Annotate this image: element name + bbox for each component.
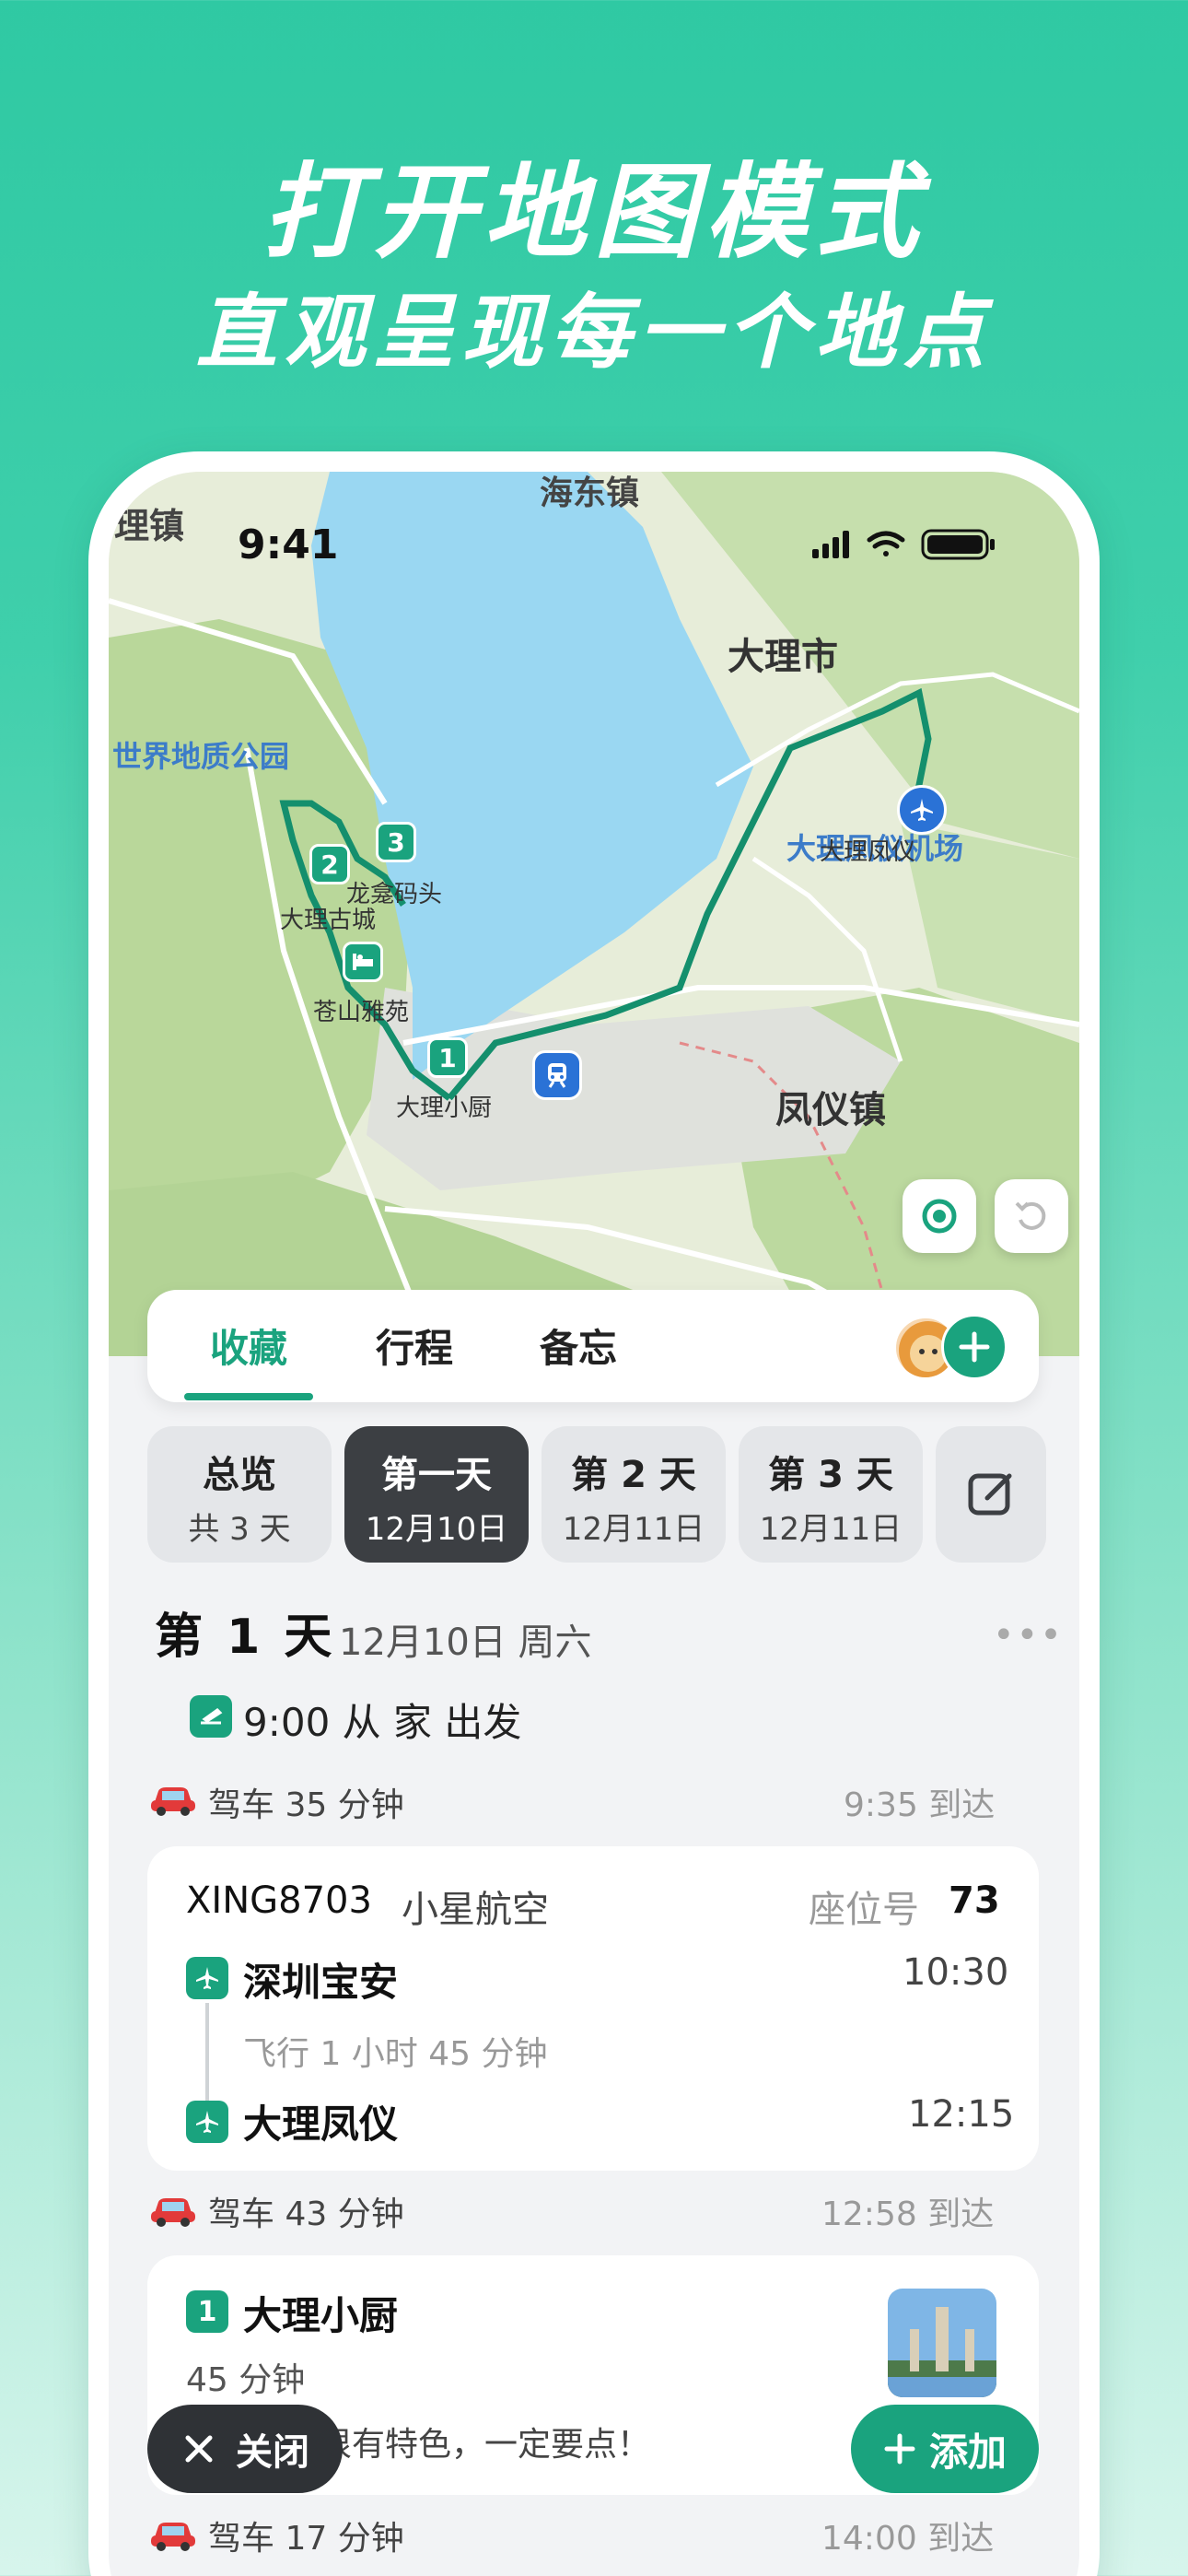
battery-icon xyxy=(921,529,995,560)
status-icons xyxy=(812,529,995,560)
day-title: 第 1 天 xyxy=(155,1610,336,1665)
status-time: 9:41 xyxy=(238,521,339,568)
app-screen: 海东镇 理镇 大理市 世界地质公园 大理凤仪机场 大理凤仪 龙龛码头 大理古城 … xyxy=(109,472,1079,2576)
close-button[interactable]: 关闭 xyxy=(147,2405,343,2493)
cellular-signal-icon xyxy=(812,531,849,558)
tab-itinerary[interactable]: 行程 xyxy=(376,1317,453,1374)
tab-bar: 收藏 行程 备忘 xyxy=(147,1290,1039,1402)
map-label-cangshan: 苍山雅苑 xyxy=(313,999,410,1026)
headline-title: 打开地图模式 xyxy=(262,153,926,273)
drive-duration: 驾车 17 分钟 xyxy=(208,2520,404,2558)
flight-connector xyxy=(205,2003,209,2101)
car-icon xyxy=(149,2515,197,2556)
day-chip-subtitle: 12月11日 xyxy=(562,1511,705,1548)
departure-airport: 深圳宝安 xyxy=(243,1960,399,2005)
day-date: 12月10日 周六 xyxy=(339,1622,592,1664)
close-icon xyxy=(185,2435,213,2463)
drive-arrival: 9:35 到达 xyxy=(844,1786,996,1824)
edit-icon xyxy=(968,1473,1012,1516)
map-marker-1[interactable]: 1 xyxy=(427,1037,468,1078)
map-label-dali-city: 大理市 xyxy=(728,636,838,678)
airline-name: 小星航空 xyxy=(402,1889,549,1931)
flight-duration: 飞行 1 小时 45 分钟 xyxy=(243,2035,548,2073)
phone-frame: 海东镇 理镇 大理市 世界地质公园 大理凤仪机场 大理凤仪 龙龛码头 大理古城 … xyxy=(88,451,1100,2576)
add-label: 添加 xyxy=(928,2429,1007,2475)
map-marker-label: 1 xyxy=(438,1042,457,1073)
add-button[interactable]: 添加 xyxy=(851,2405,1039,2493)
flight-card[interactable]: XING8703 小星航空 座位号 73 深圳宝安 10:30 飞行 1 小时 … xyxy=(147,1846,1039,2171)
plus-icon xyxy=(884,2433,915,2465)
departure-icon xyxy=(190,1695,232,1738)
map-marker-label: 3 xyxy=(387,826,405,858)
plane-icon xyxy=(186,2101,228,2143)
airport-marker-icon[interactable] xyxy=(897,785,947,835)
seat-label: 座位号 xyxy=(809,1889,919,1931)
flight-number: XING8703 xyxy=(186,1879,372,1922)
map-marker-2[interactable]: 2 xyxy=(309,844,350,884)
map-label-fengyi: 凤仪镇 xyxy=(775,1089,886,1131)
day-chip-day3[interactable]: 第 3 天 12月11日 xyxy=(739,1426,923,1563)
car-icon xyxy=(149,1780,197,1821)
arrival-airport: 大理凤仪 xyxy=(243,2102,399,2147)
headline-subtitle: 直观呈现每一个地点 xyxy=(195,285,992,380)
tab-memo[interactable]: 备忘 xyxy=(540,1317,617,1374)
map-marker-label: 2 xyxy=(320,849,339,880)
day-chip-subtitle: 12月10日 xyxy=(365,1511,508,1548)
car-icon xyxy=(149,2191,197,2231)
day-chip-title: 第一天 xyxy=(381,1454,492,1496)
place-photo[interactable] xyxy=(888,2289,996,2397)
day-chip-title: 第 3 天 xyxy=(768,1454,893,1496)
place-index-badge: 1 xyxy=(186,2290,228,2333)
train-station-icon[interactable] xyxy=(532,1050,582,1100)
drive-duration: 驾车 43 分钟 xyxy=(208,2195,404,2233)
plane-icon xyxy=(186,1957,228,1999)
place-stay-duration: 45 分钟 xyxy=(186,2361,306,2399)
edit-days-button[interactable] xyxy=(936,1426,1046,1563)
seat-number: 73 xyxy=(949,1879,1000,1922)
drive-duration: 驾车 35 分钟 xyxy=(208,1786,404,1824)
wifi-icon xyxy=(867,531,905,556)
place-name: 大理小厨 xyxy=(243,2293,399,2338)
active-tab-indicator xyxy=(184,1393,313,1400)
plus-icon xyxy=(959,1331,990,1363)
map-label-geopark: 世界地质公园 xyxy=(112,739,290,774)
map-marker-3[interactable]: 3 xyxy=(376,822,416,862)
status-bar: 9:41 xyxy=(109,472,1079,619)
add-member-button[interactable] xyxy=(941,1314,1007,1380)
tab-favorites[interactable]: 收藏 xyxy=(210,1317,287,1374)
locate-button[interactable] xyxy=(903,1179,976,1253)
day-chip-title: 总览 xyxy=(203,1454,276,1496)
map-label-ancient-city: 大理古城 xyxy=(280,907,377,934)
departure-text: 9:00 从 家 出发 xyxy=(243,1700,522,1745)
day-chip-subtitle: 12月11日 xyxy=(759,1511,903,1548)
day-chip-overview[interactable]: 总览 共 3 天 xyxy=(147,1426,332,1563)
place-index: 1 xyxy=(197,2295,217,2328)
drive-arrival: 14:00 到达 xyxy=(821,2520,995,2558)
day-chip-title: 第 2 天 xyxy=(571,1454,696,1496)
day-chip-subtitle: 共 3 天 xyxy=(188,1511,291,1548)
map-label-xiaochu: 大理小厨 xyxy=(396,1095,493,1122)
reset-view-button[interactable] xyxy=(995,1179,1068,1253)
more-options-button[interactable]: ••• xyxy=(993,1614,1064,1657)
day-chip-day2[interactable]: 第 2 天 12月11日 xyxy=(542,1426,726,1563)
departure-time: 10:30 xyxy=(903,1951,1009,1994)
map-label-airport-sub: 大理凤仪 xyxy=(820,838,916,866)
day-chip-day1[interactable]: 第一天 12月10日 xyxy=(344,1426,529,1563)
refresh-icon xyxy=(1015,1201,1046,1230)
drive-arrival: 12:58 到达 xyxy=(821,2195,995,2233)
hotel-icon[interactable] xyxy=(343,942,383,982)
locate-icon xyxy=(922,1199,957,1234)
arrival-time: 12:15 xyxy=(908,2093,1015,2136)
close-label: 关闭 xyxy=(236,2431,309,2474)
